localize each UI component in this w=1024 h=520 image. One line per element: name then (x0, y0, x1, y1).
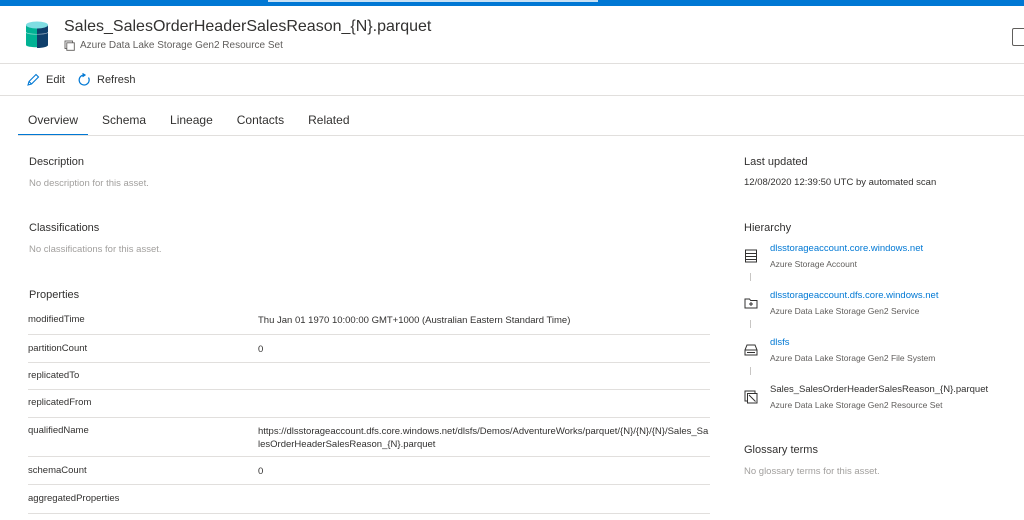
table-row: replicatedFrom (28, 390, 710, 418)
table-row: partitionCount 0 (28, 335, 710, 363)
refresh-icon (78, 73, 90, 86)
folder-service-icon (744, 298, 758, 309)
hierarchy-connector (750, 367, 751, 375)
hierarchy-link[interactable]: dlsfs (770, 337, 790, 348)
last-updated-value: 12/08/2020 12:39:50 UTC by automated sca… (744, 177, 937, 188)
panel-toggle[interactable] (1012, 28, 1024, 46)
hierarchy-link[interactable]: dlsstorageaccount.core.windows.net (770, 243, 923, 254)
search-box[interactable] (268, 0, 598, 2)
page-title: Sales_SalesOrderHeaderSalesReason_{N}.pa… (64, 18, 432, 35)
table-row: modifiedTime Thu Jan 01 1970 10:00:00 GM… (28, 306, 710, 335)
tab-bar: Overview Schema Lineage Contacts Related (18, 104, 364, 136)
hierarchy-connector (750, 273, 751, 281)
table-row: qualifiedName https://dlsstorageaccount.… (28, 418, 710, 457)
toolbar: Edit Refresh (0, 64, 1024, 96)
refresh-button[interactable]: Refresh (77, 64, 136, 96)
hierarchy-link[interactable]: dlsstorageaccount.dfs.core.windows.net (770, 290, 938, 301)
tab-related[interactable]: Related (298, 104, 359, 136)
property-value (258, 493, 710, 513)
asset-type-label: Azure Data Lake Storage Gen2 Resource Se… (80, 40, 283, 51)
property-key: qualifiedName (28, 425, 89, 436)
property-value (258, 397, 710, 417)
last-updated-title: Last updated (744, 156, 808, 168)
hierarchy-current-name: Sales_SalesOrderHeaderSalesReason_{N}.pa… (770, 384, 989, 395)
glossary-title: Glossary terms (744, 444, 818, 456)
asset-type-subtitle: Azure Data Lake Storage Gen2 Resource Se… (64, 40, 283, 51)
hierarchy-type: Azure Data Lake Storage Gen2 Service (770, 306, 920, 316)
resource-set-icon (64, 40, 75, 51)
properties-title: Properties (29, 289, 80, 301)
hierarchy-type: Azure Data Lake Storage Gen2 Resource Se… (770, 400, 943, 410)
asset-header: Sales_SalesOrderHeaderSalesReason_{N}.pa… (0, 6, 1024, 64)
database-cylinder-icon (25, 21, 49, 48)
hierarchy-type: Azure Data Lake Storage Gen2 File System (770, 353, 936, 363)
classifications-empty: No classifications for this asset. (29, 244, 162, 255)
classifications-title: Classifications (29, 222, 100, 234)
property-value: 0 (258, 344, 264, 355)
property-key: partitionCount (28, 343, 88, 354)
property-key: replicatedTo (28, 370, 80, 381)
property-value (258, 370, 710, 389)
tab-lineage[interactable]: Lineage (160, 104, 223, 136)
property-key: modifiedTime (28, 314, 85, 325)
description-empty: No description for this asset. (29, 178, 149, 189)
properties-table: modifiedTime Thu Jan 01 1970 10:00:00 GM… (28, 306, 710, 514)
hierarchy-connector (750, 320, 751, 328)
table-row: schemaCount 0 (28, 457, 710, 485)
tab-overview[interactable]: Overview (18, 104, 89, 136)
property-key: schemaCount (28, 465, 87, 476)
property-value: https://dlsstorageaccount.dfs.core.windo… (258, 426, 709, 450)
tab-schema[interactable]: Schema (92, 104, 156, 136)
hierarchy-type: Azure Storage Account (770, 259, 857, 269)
description-title: Description (29, 156, 85, 168)
tab-divider (18, 135, 1024, 136)
edit-label: Edit (46, 74, 65, 86)
refresh-label: Refresh (97, 74, 136, 86)
storage-account-icon (745, 249, 757, 263)
table-row: aggregatedProperties (28, 485, 710, 514)
property-key: aggregatedProperties (28, 493, 120, 504)
property-value: Thu Jan 01 1970 10:00:00 GMT+1000 (Austr… (258, 315, 571, 326)
file-system-icon (744, 344, 758, 356)
tab-contacts[interactable]: Contacts (227, 104, 294, 136)
resource-set-icon (744, 390, 758, 404)
hierarchy-title: Hierarchy (744, 222, 792, 234)
glossary-empty: No glossary terms for this asset. (744, 466, 880, 477)
property-key: replicatedFrom (28, 397, 92, 408)
property-value: 0 (258, 466, 264, 477)
edit-button[interactable]: Edit (26, 64, 65, 96)
pencil-icon (27, 73, 40, 86)
table-row: replicatedTo (28, 363, 710, 390)
